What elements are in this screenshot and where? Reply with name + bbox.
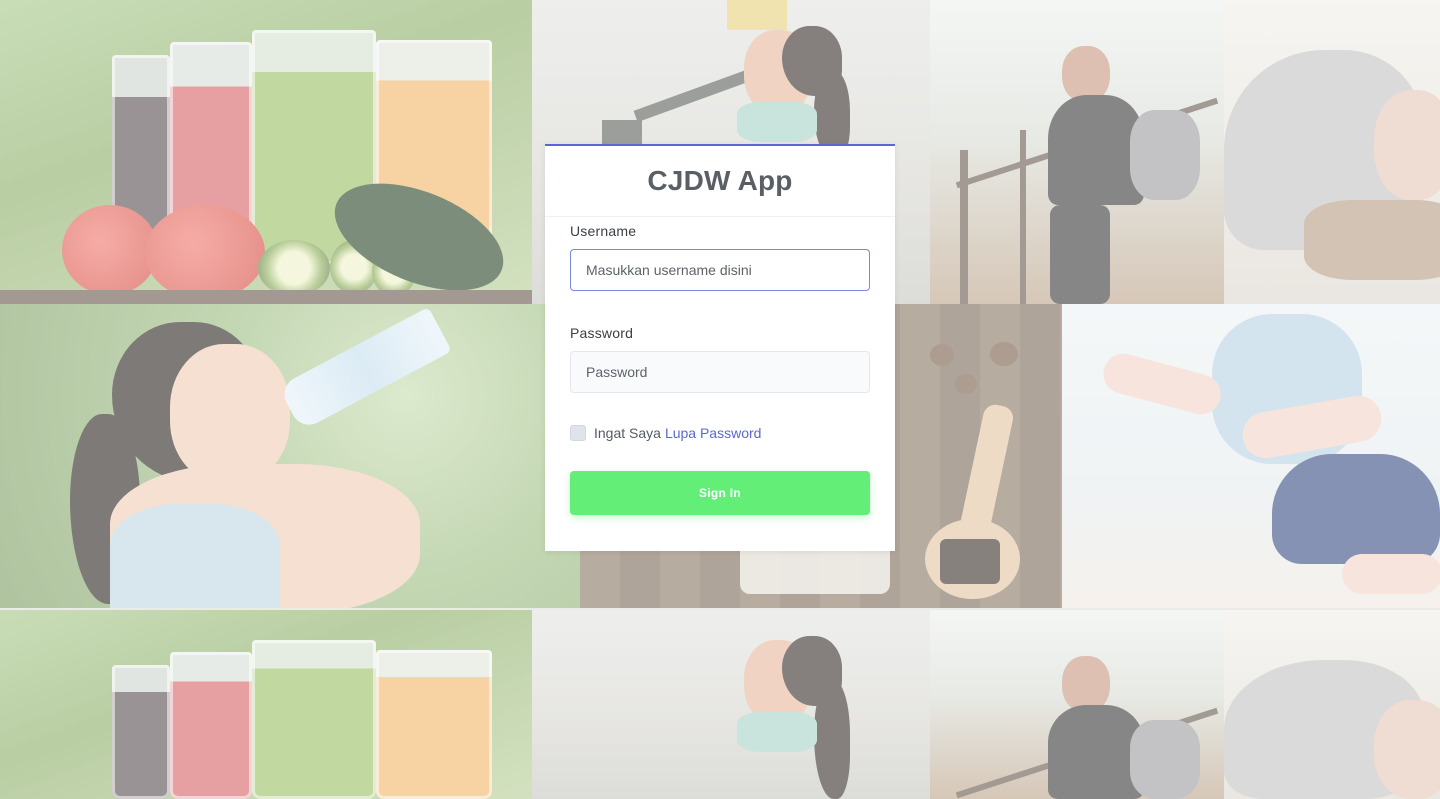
username-field-group: Username (570, 223, 870, 291)
bg-photo-juices-repeat (0, 610, 532, 799)
forgot-password-link[interactable]: Lupa Password (665, 425, 762, 441)
bg-photo-yoga (1062, 304, 1440, 608)
sign-in-button[interactable]: Sign In (570, 471, 870, 515)
login-form: Username Password Ingat Saya Lupa Passwo… (545, 217, 895, 515)
bg-photo-sleeping-man-repeat (1224, 610, 1440, 799)
remember-row: Ingat Saya Lupa Password (570, 423, 870, 443)
bg-photo-juices (0, 0, 532, 304)
login-card: CJDW App Username Password Ingat Saya Lu… (545, 144, 895, 551)
password-field-group: Password (570, 325, 870, 393)
bg-photo-gym-repeat (532, 610, 930, 799)
remember-me-label[interactable]: Ingat Saya (594, 425, 661, 441)
bg-photo-cyclist (930, 0, 1224, 304)
username-input[interactable] (570, 249, 870, 291)
card-header: CJDW App (545, 146, 895, 217)
bg-photo-sleeping-man (1224, 0, 1440, 304)
bg-photo-cyclist-repeat (930, 610, 1224, 799)
password-label: Password (570, 325, 634, 341)
checkbox-unchecked-icon[interactable] (570, 425, 586, 441)
password-input[interactable] (570, 351, 870, 393)
username-label: Username (570, 223, 637, 239)
bg-photo-woman-drinking (0, 304, 580, 608)
app-title: CJDW App (647, 165, 793, 196)
